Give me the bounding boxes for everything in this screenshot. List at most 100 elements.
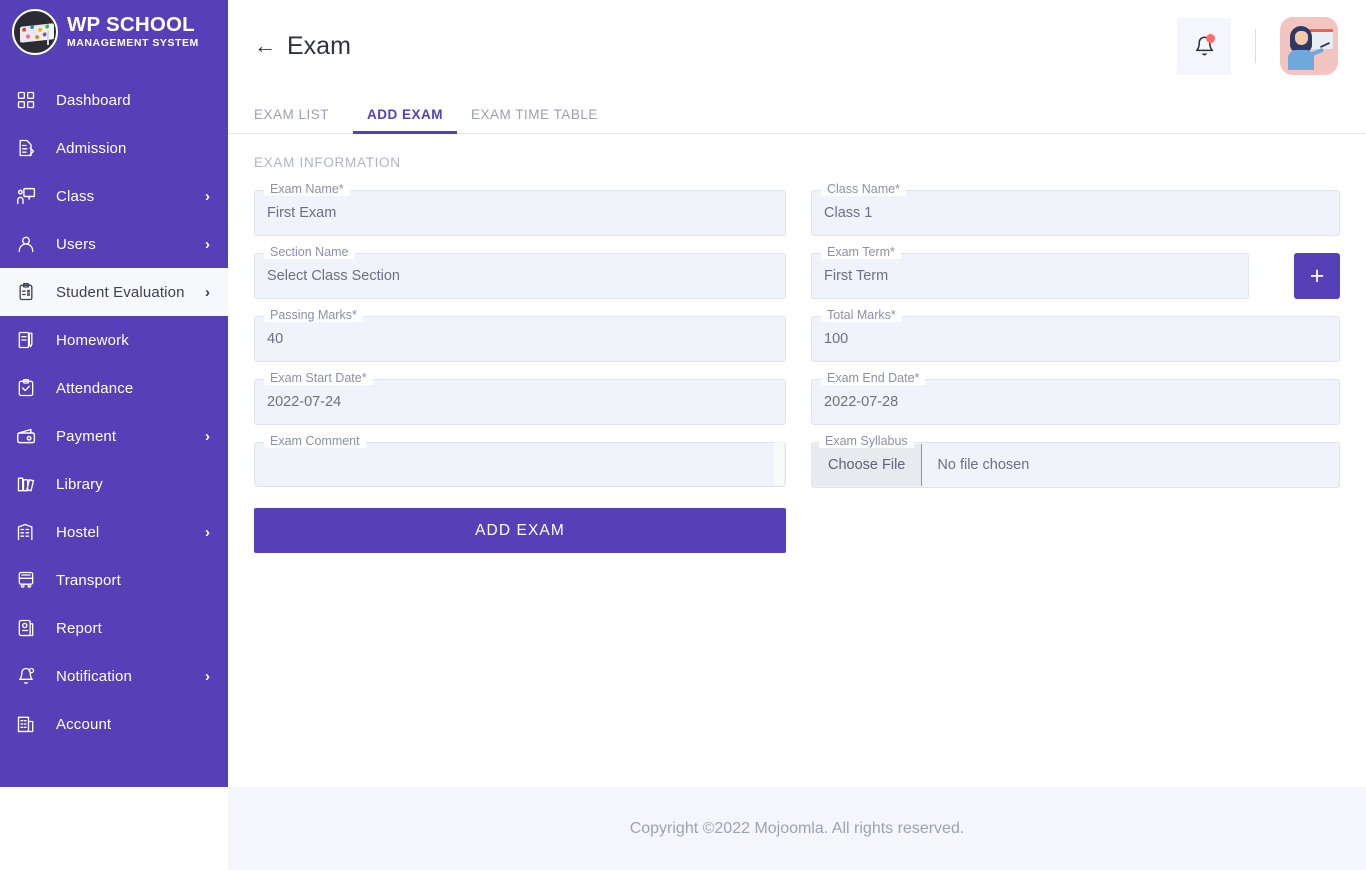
start-date-cell: Exam Start Date* 2022-07-24	[254, 362, 786, 425]
copyright-text: Copyright ©2022 Mojoomla. All rights res…	[629, 819, 965, 837]
document-pen-icon	[14, 136, 38, 160]
exam-syllabus-file-input[interactable]: Exam Syllabus Choose File No file chosen	[811, 434, 1340, 488]
exam-end-date-value: 2022-07-28	[824, 394, 899, 410]
sidebar-item-label: Account	[56, 715, 112, 733]
brand-subtitle: MANAGEMENT SYSTEM	[67, 37, 199, 50]
exam-term-select[interactable]: Exam Term* First Term	[811, 245, 1249, 299]
class-name-label: Class Name*	[821, 182, 906, 196]
wallet-icon	[14, 424, 38, 448]
main-content: ← Exam EXAM LIST ADD EXAM EXAM TIME TABL…	[228, 0, 1366, 787]
exam-end-date-label: Exam End Date*	[821, 371, 926, 385]
graduation-cap-logo-icon	[12, 9, 58, 55]
bell-icon	[14, 664, 38, 688]
sidebar-item-admission[interactable]: Admission	[0, 124, 228, 172]
clipboard-tick-icon	[14, 376, 38, 400]
add-exam-button[interactable]: ADD EXAM	[254, 508, 786, 553]
tab-add-exam[interactable]: ADD EXAM	[353, 107, 458, 134]
sidebar-item-users[interactable]: Users ›	[0, 220, 228, 268]
app-root: WP SCHOOL MANAGEMENT SYSTEM Dashboard Adm…	[0, 0, 1366, 870]
total-marks-value: 100	[824, 331, 849, 347]
grid-icon	[14, 88, 38, 112]
exam-term-label: Exam Term*	[821, 245, 901, 259]
sidebar-item-label: Student Evaluation	[56, 283, 185, 301]
exam-term-value: First Term	[824, 268, 889, 284]
section-name-value: Select Class Section	[267, 268, 400, 284]
chevron-right-icon: ›	[205, 235, 210, 253]
passing-marks-label: Passing Marks*	[264, 308, 363, 322]
sidebar-item-account[interactable]: Account	[0, 700, 228, 748]
topbar: ← Exam	[228, 0, 1366, 92]
brand-logo[interactable]: WP SCHOOL MANAGEMENT SYSTEM	[0, 0, 228, 62]
end-date-cell: Exam End Date* 2022-07-28	[811, 362, 1340, 425]
sidebar-item-label: Dashboard	[56, 91, 131, 109]
exam-name-label: Exam Name*	[264, 182, 350, 196]
section-name-select[interactable]: Section Name Select Class Section	[254, 245, 786, 299]
sidebar-item-student-evaluation[interactable]: Student Evaluation ›	[0, 268, 228, 316]
section-title: EXAM INFORMATION	[254, 155, 401, 170]
sidebar-item-hostel[interactable]: Hostel ›	[0, 508, 228, 556]
notification-button[interactable]	[1177, 17, 1231, 75]
report-icon	[14, 616, 38, 640]
syllabus-cell: Exam Syllabus Choose File No file chosen	[811, 425, 1340, 488]
topbar-divider	[1255, 29, 1256, 63]
books-icon	[14, 472, 38, 496]
choose-file-button[interactable]: Choose File	[812, 444, 923, 486]
exam-start-date-label: Exam Start Date*	[264, 371, 373, 385]
sidebar-item-class[interactable]: Class ›	[0, 172, 228, 220]
footer: Copyright ©2022 Mojoomla. All rights res…	[228, 787, 1366, 870]
brand-title: WP SCHOOL	[67, 13, 195, 37]
exam-comment-textarea[interactable]: Exam Comment	[254, 434, 786, 487]
clipboard-check-icon	[14, 280, 38, 304]
sidebar-item-payment[interactable]: Payment ›	[0, 412, 228, 460]
class-name-select[interactable]: Class Name* Class 1	[811, 182, 1340, 236]
exam-form: Exam Name* First Exam Class Name* Class …	[228, 170, 1366, 488]
sidebar-item-label: Notification	[56, 667, 133, 685]
sidebar-item-label: Admission	[56, 139, 127, 157]
chevron-right-icon: ›	[205, 523, 210, 541]
exam-term-cell: Exam Term* First Term +	[811, 236, 1340, 299]
bus-icon	[14, 568, 38, 592]
sidebar-item-library[interactable]: Library	[0, 460, 228, 508]
sidebar-item-label: Attendance	[56, 379, 134, 397]
exam-end-date-input[interactable]: Exam End Date* 2022-07-28	[811, 371, 1340, 425]
sidebar-item-notification[interactable]: Notification ›	[0, 652, 228, 700]
page-title: ← Exam	[254, 32, 351, 61]
exam-syllabus-label: Exam Syllabus	[819, 434, 914, 448]
user-icon	[14, 232, 38, 256]
exam-name-input[interactable]: Exam Name* First Exam	[254, 182, 786, 236]
notification-badge-dot	[1206, 33, 1215, 43]
sidebar-item-report[interactable]: Report	[0, 604, 228, 652]
exam-name-cell: Exam Name* First Exam	[254, 178, 786, 236]
section-name-cell: Section Name Select Class Section	[254, 236, 786, 299]
topbar-actions	[1177, 17, 1338, 75]
chevron-right-icon: ›	[205, 667, 210, 685]
class-name-value: Class 1	[824, 205, 873, 221]
building-icon	[14, 520, 38, 544]
sidebar-item-transport[interactable]: Transport	[0, 556, 228, 604]
exam-comment-label: Exam Comment	[264, 434, 366, 448]
back-arrow-icon[interactable]: ←	[254, 35, 276, 57]
sidebar: WP SCHOOL MANAGEMENT SYSTEM Dashboard Adm…	[0, 0, 228, 787]
passing-marks-cell: Passing Marks* 40	[254, 299, 786, 362]
exam-start-date-input[interactable]: Exam Start Date* 2022-07-24	[254, 371, 786, 425]
tab-exam-time-table[interactable]: EXAM TIME TABLE	[457, 107, 612, 133]
class-name-cell: Class Name* Class 1	[811, 178, 1340, 236]
passing-marks-input[interactable]: Passing Marks* 40	[254, 308, 786, 362]
account-building-icon	[14, 712, 38, 736]
chevron-right-icon: ›	[205, 187, 210, 205]
chevron-right-icon: ›	[205, 427, 210, 445]
add-term-button[interactable]: +	[1294, 253, 1340, 299]
sidebar-item-attendance[interactable]: Attendance	[0, 364, 228, 412]
book-pencil-icon	[14, 328, 38, 352]
sidebar-item-dashboard[interactable]: Dashboard	[0, 76, 228, 124]
textarea-resize-handle[interactable]	[774, 442, 784, 485]
avatar[interactable]	[1280, 17, 1338, 75]
tab-exam-list[interactable]: EXAM LIST	[254, 107, 343, 133]
sidebar-item-label: Transport	[56, 571, 121, 589]
total-marks-input[interactable]: Total Marks* 100	[811, 308, 1340, 362]
sidebar-item-label: Library	[56, 475, 103, 493]
sidebar-item-homework[interactable]: Homework	[0, 316, 228, 364]
sidebar-item-label: Homework	[56, 331, 129, 349]
chevron-right-icon: ›	[205, 283, 210, 301]
total-marks-cell: Total Marks* 100	[811, 299, 1340, 362]
